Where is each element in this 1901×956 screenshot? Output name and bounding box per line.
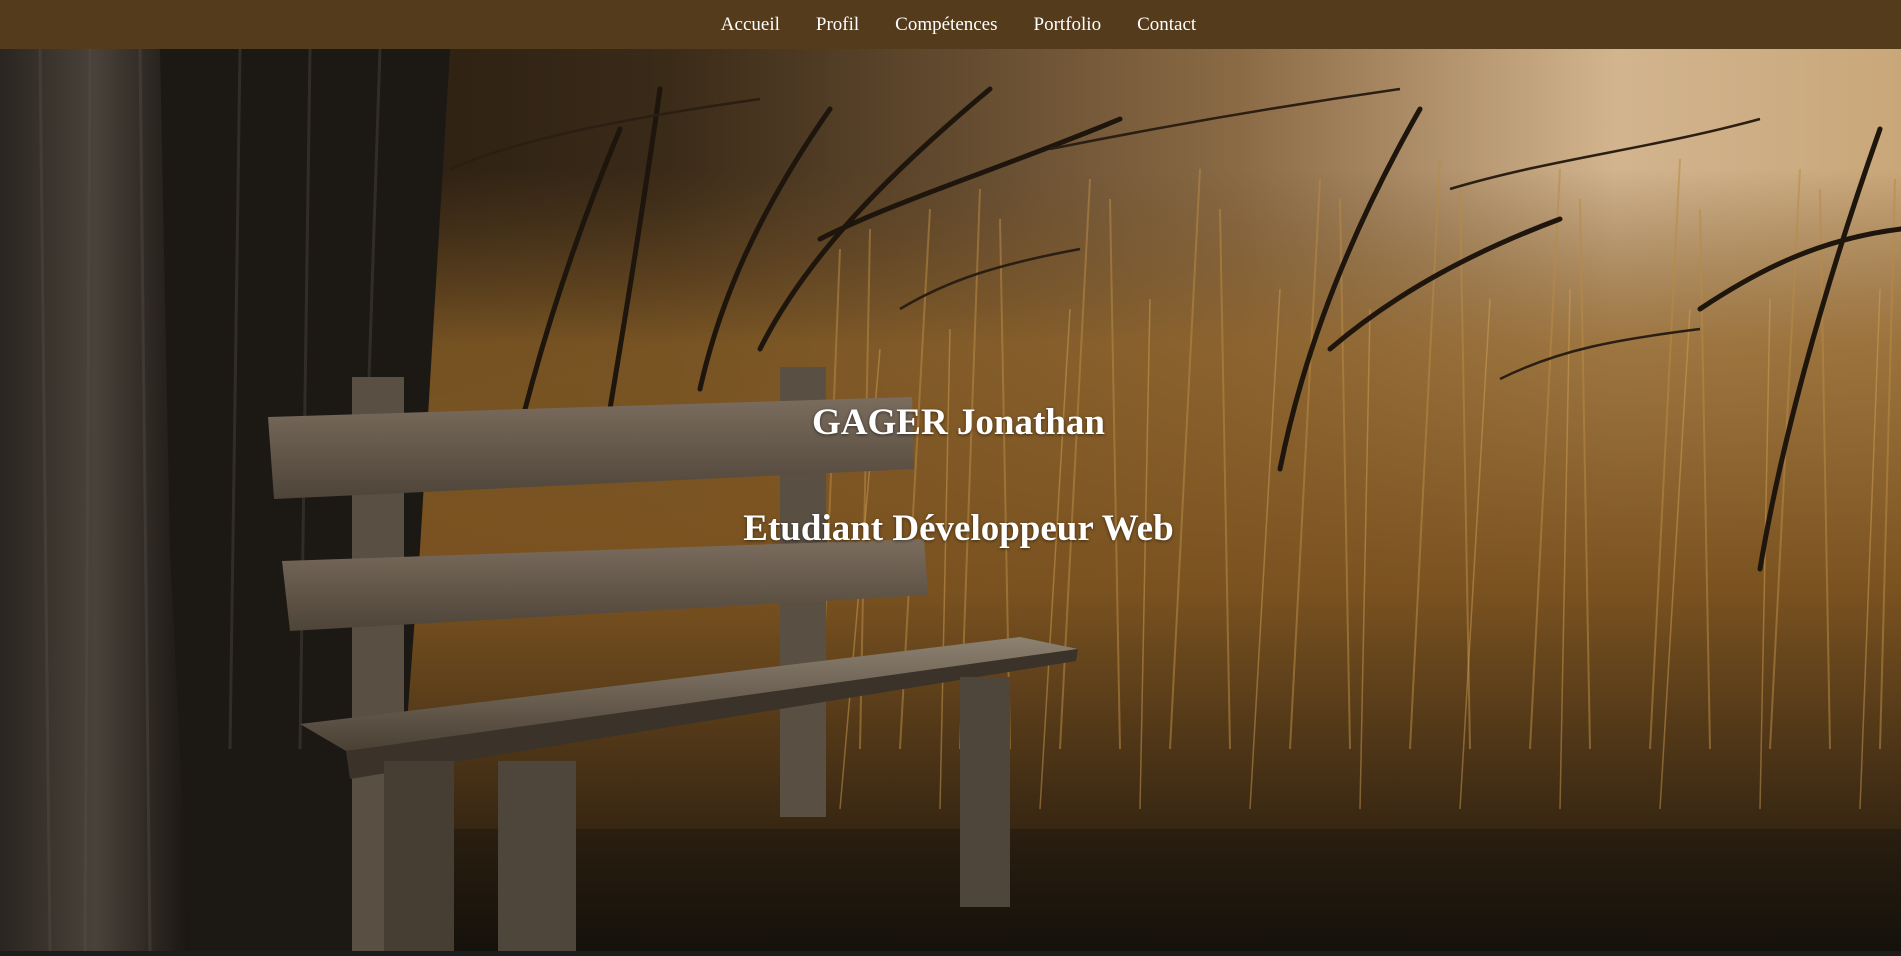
nav-link-accueil[interactable]: Accueil — [721, 14, 780, 35]
hero-background-image — [0, 49, 1901, 951]
nav-link-profil[interactable]: Profil — [816, 14, 859, 35]
page-bottom-strip — [0, 951, 1901, 956]
hero-section: GAGER Jonathan Etudiant Développeur Web — [0, 49, 1901, 951]
hero-subtitle: Etudiant Développeur Web — [743, 508, 1174, 549]
hero-title: GAGER Jonathan — [812, 402, 1105, 443]
nav-link-portfolio[interactable]: Portfolio — [1034, 14, 1102, 35]
nav-link-competences[interactable]: Compétences — [895, 14, 997, 35]
top-navigation-bar: Accueil Profil Compétences Portfolio Con… — [0, 0, 1901, 49]
nav-item: Contact — [1137, 14, 1196, 36]
nav-item: Accueil — [721, 14, 780, 36]
nav-link-contact[interactable]: Contact — [1137, 14, 1196, 35]
nav-item: Compétences — [895, 14, 997, 36]
nav-menu: Accueil Profil Compétences Portfolio Con… — [721, 14, 1196, 36]
nav-item: Profil — [816, 14, 859, 36]
nav-item: Portfolio — [1034, 14, 1102, 36]
